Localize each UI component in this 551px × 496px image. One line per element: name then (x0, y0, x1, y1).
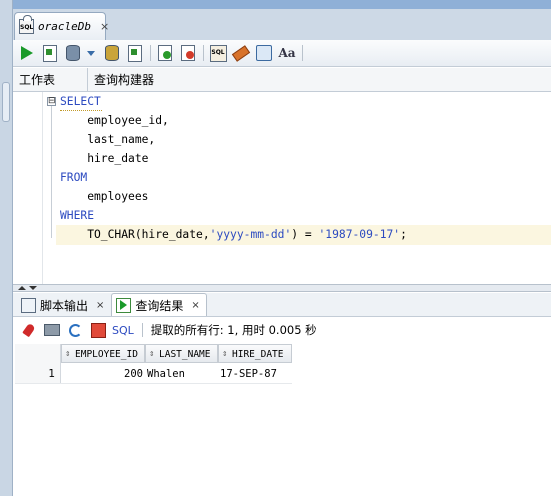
cell-hire-date[interactable]: 17-SEP-87 (218, 365, 292, 384)
left-panel-scroll-thumb[interactable] (2, 82, 10, 122)
format-case-icon: Aa (278, 46, 296, 60)
query-result-icon (116, 297, 132, 313)
script-output-icon (21, 297, 36, 313)
toolbar-separator (302, 45, 303, 61)
tab-oracledb-label: oracleDb (38, 20, 91, 33)
tab-close-icon[interactable]: × (100, 20, 109, 33)
sort-icon: ⇕ (65, 349, 71, 359)
cancel-icon (90, 322, 106, 338)
column-header-hire-date[interactable]: ⇕ HIRE_DATE (218, 344, 292, 363)
code-line-last-name[interactable]: last_name, (60, 130, 155, 149)
sql-history-button[interactable]: SQL (208, 43, 228, 63)
row-number[interactable]: 1 (15, 365, 61, 384)
navigator-icon (256, 45, 272, 61)
run-statement-button[interactable] (17, 43, 37, 63)
tab-worksheet[interactable]: 工作表 (13, 67, 88, 92)
print-button[interactable] (43, 321, 61, 339)
left-side-panel (0, 0, 13, 496)
worksheet-subtabs: 工作表 查询构建器 (13, 67, 551, 92)
column-header-label: HIRE_DATE (232, 349, 284, 360)
column-header-label: LAST_NAME (159, 349, 211, 360)
autotrace-dropdown-button[interactable] (86, 43, 96, 63)
toolbar-separator (150, 45, 151, 61)
code-line-employee-id[interactable]: employee_id, (60, 111, 169, 130)
splitter-up-arrow-icon[interactable] (18, 286, 26, 290)
code-line-employees[interactable]: employees (60, 187, 148, 206)
tab-close-icon[interactable]: × (191, 300, 199, 311)
autotrace-icon (66, 45, 80, 61)
tab-oracledb[interactable]: SQL oracleDb × (14, 12, 109, 40)
cell-last-name[interactable]: Whalen (145, 365, 218, 384)
print-icon (44, 324, 60, 336)
sql-tuning-icon (128, 44, 142, 62)
clear-button[interactable] (231, 43, 251, 63)
run-statement-icon (21, 46, 33, 60)
explain-plan-button[interactable] (102, 43, 122, 63)
worksheet-toolbar: SQL Aa (13, 40, 551, 67)
code-line-where[interactable]: WHERE (60, 206, 94, 225)
sort-icon: ⇕ (149, 349, 155, 359)
column-header-last-name[interactable]: ⇕ LAST_NAME (145, 344, 218, 363)
navigator-button[interactable] (254, 43, 274, 63)
tab-query-builder[interactable]: 查询构建器 (88, 68, 160, 92)
fetch-status-text: 提取的所有行: 1, 用时 0.005 秒 (150, 323, 317, 337)
show-sql-link[interactable]: SQL (112, 324, 134, 337)
output-tabs: 脚本输出 × 查询结果 × (13, 293, 551, 317)
tab-script-output[interactable]: 脚本输出 × (16, 293, 111, 316)
splitter-down-arrow-icon[interactable] (29, 286, 37, 290)
sql-tuning-button[interactable] (125, 43, 145, 63)
explain-plan-icon (105, 45, 119, 61)
format-case-button[interactable]: Aa (277, 43, 297, 63)
code-line-condition[interactable]: TO_CHAR(hire_date,'yyyy-mm-dd') = '1987-… (60, 225, 407, 244)
rollback-button[interactable] (178, 43, 198, 63)
sql-worksheet-icon: SQL (19, 15, 34, 34)
pin-icon (22, 322, 36, 338)
condition-terminator: ; (400, 228, 407, 241)
commit-icon (158, 45, 172, 61)
window-top-band (13, 0, 551, 9)
sort-icon: ⇕ (222, 349, 228, 359)
rollback-icon (181, 45, 195, 61)
toolbar-separator (203, 45, 204, 61)
column-header-label: EMPLOYEE_ID (75, 349, 138, 360)
commit-button[interactable] (155, 43, 175, 63)
freeze-result-button[interactable] (20, 321, 38, 339)
condition-date-string: '1987-09-17' (318, 228, 401, 241)
tab-query-result-label: 查询结果 (135, 298, 184, 313)
condition-format-string: 'yyyy-mm-dd' (209, 228, 292, 241)
tab-query-result[interactable]: 查询结果 × (111, 293, 207, 316)
editor-gutter (13, 92, 43, 284)
run-script-button[interactable] (40, 43, 60, 63)
refresh-button[interactable] (66, 321, 84, 339)
tab-script-output-label: 脚本输出 (40, 298, 89, 313)
toolbar-separator (141, 323, 143, 337)
code-line-from[interactable]: FROM (60, 168, 87, 187)
autotrace-button[interactable] (63, 43, 83, 63)
results-toolbar: SQL 提取的所有行: 1, 用时 0.005 秒 (13, 318, 551, 342)
code-line-hire-date[interactable]: hire_date (60, 149, 148, 168)
clear-icon (231, 44, 251, 62)
condition-prefix: TO_CHAR(hire_date, (60, 228, 210, 241)
editor-results-splitter[interactable] (13, 284, 551, 292)
condition-operator: ) = (291, 228, 319, 241)
column-header-employee-id[interactable]: ⇕ EMPLOYEE_ID (61, 344, 145, 363)
tab-close-icon[interactable]: × (96, 300, 104, 311)
code-line-select[interactable]: SELECT (60, 92, 101, 111)
cancel-query-button[interactable] (89, 321, 107, 339)
sql-history-icon: SQL (209, 44, 227, 62)
dropdown-arrow-icon (87, 50, 95, 56)
fold-guide-line (51, 106, 52, 238)
cell-employee-id[interactable]: 200 (61, 365, 145, 384)
run-script-icon (43, 44, 57, 62)
fold-collapse-icon[interactable]: ⊟ (47, 97, 56, 106)
refresh-icon (68, 323, 82, 337)
